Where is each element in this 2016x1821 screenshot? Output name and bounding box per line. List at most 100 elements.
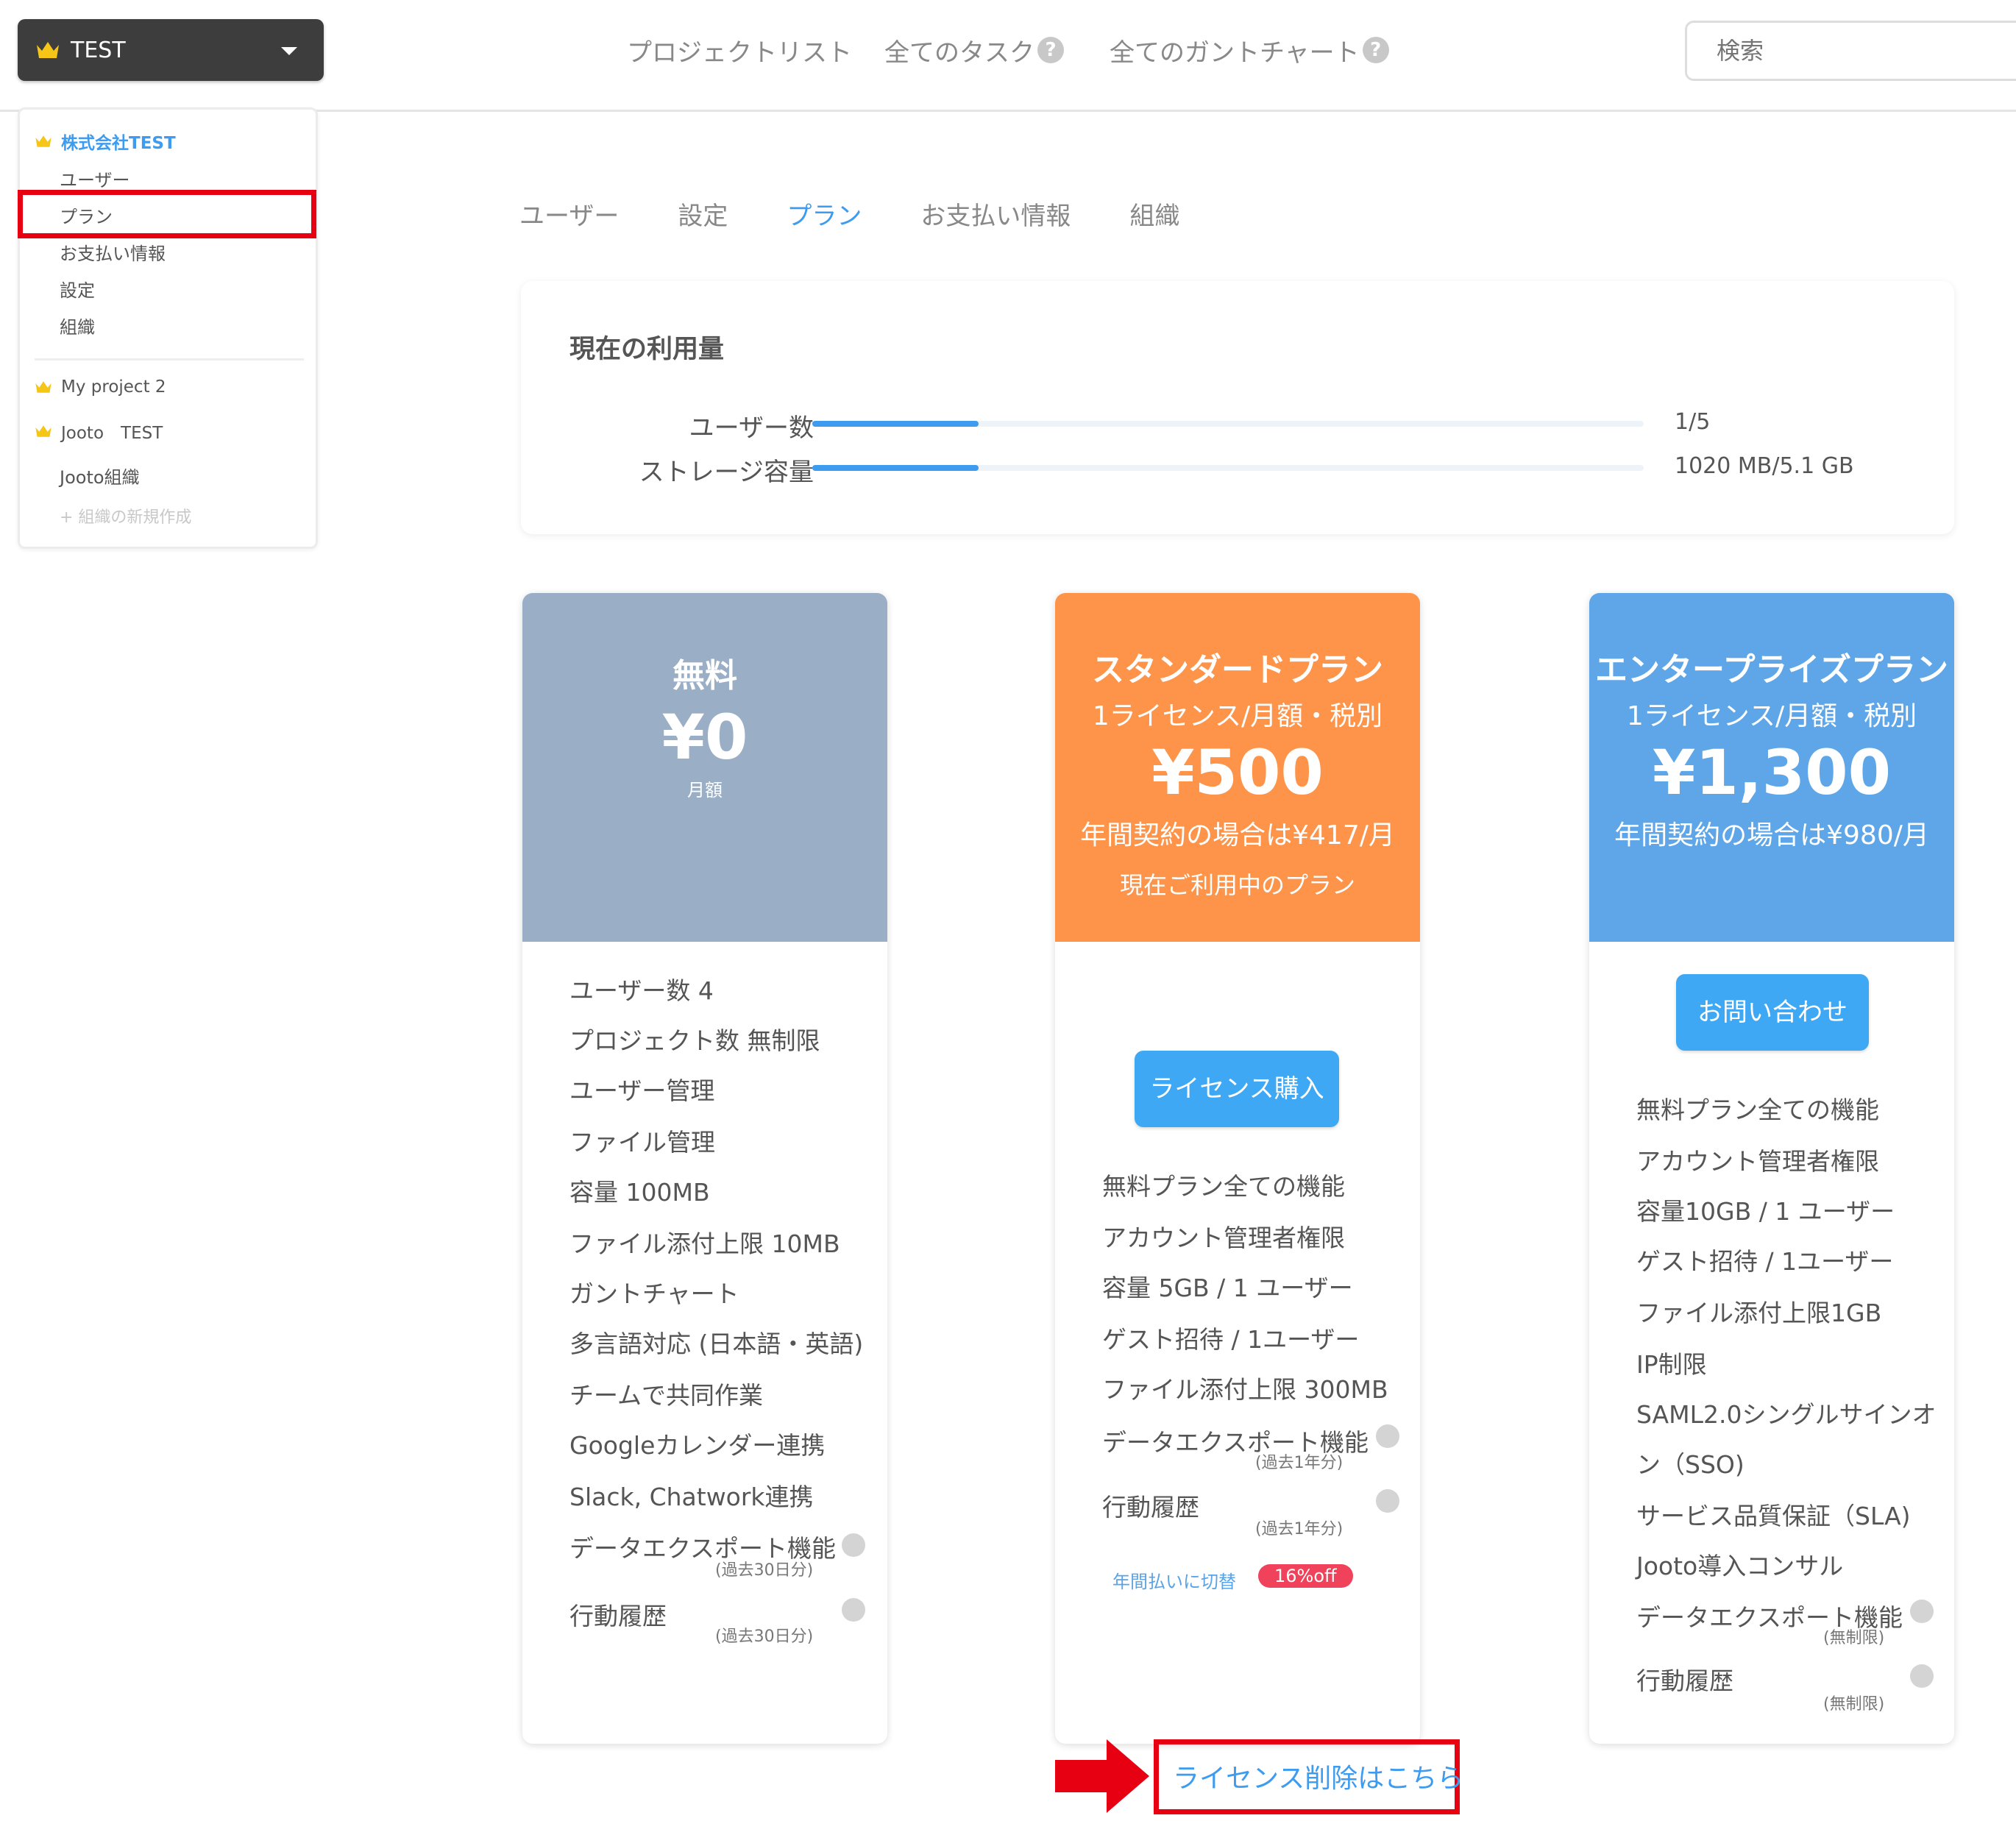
help-icon[interactable]: [842, 1533, 865, 1557]
plan-feature: アカウント管理者権限: [1636, 1147, 1879, 1176]
sidebar-new-org[interactable]: + 組織の新規作成: [60, 504, 191, 528]
sidebar-item-billing[interactable]: お支払い情報: [60, 239, 166, 265]
chevron-down-icon: [281, 47, 297, 55]
plan-card-enterprise: エンタープライズプラン 1ライセンス/月額・税別 ¥1,300 年間契約の場合は…: [1589, 593, 1954, 1744]
sidebar-item-settings[interactable]: 設定: [60, 276, 95, 302]
crown-icon: [35, 425, 52, 437]
nav-all-tasks-label: 全てのタスク: [884, 38, 1034, 68]
plan-feature: 多言語対応 (日本語・英語): [569, 1330, 864, 1358]
plan-feature: 行動履歴: [1102, 1493, 1199, 1522]
sidebar-divider: [35, 358, 304, 361]
plan-card-free: 無料 ¥0 月額 ユーザー数 4 プロジェクト数 無制限 ユーザー管理 ファイル…: [522, 593, 887, 1744]
help-icon[interactable]: [842, 1598, 865, 1622]
plan-feature: ガントチャート: [569, 1279, 739, 1308]
search-input[interactable]: [1685, 21, 2016, 81]
delete-license-link[interactable]: ライセンス削除はこちら: [1173, 1757, 1463, 1795]
usage-storage-bar: [812, 465, 1644, 471]
plan-feature: 無料プラン全ての機能: [1636, 1096, 1879, 1124]
help-icon[interactable]: [1376, 1489, 1399, 1513]
plan-feature: Jooto導入コンサル: [1636, 1552, 1844, 1580]
nav-all-tasks[interactable]: 全てのタスク ?: [884, 29, 1064, 71]
plan-feature: 行動履歴: [1636, 1666, 1733, 1695]
tab-plan[interactable]: プラン: [787, 196, 862, 232]
plan-feature: 行動履歴: [569, 1602, 667, 1630]
tab-settings[interactable]: 設定: [678, 196, 728, 232]
workspace-switcher[interactable]: TEST: [18, 19, 324, 81]
usage-title: 現在の利用量: [569, 335, 725, 364]
plan-header-standard: スタンダードプラン 1ライセンス/月額・税別 ¥500 年間契約の場合は¥417…: [1055, 593, 1420, 942]
help-icon[interactable]: [1910, 1664, 1934, 1688]
plan-title: 無料: [672, 657, 737, 695]
plan-feature-note: (過去30日分): [715, 1627, 814, 1646]
plan-price: ¥0: [661, 701, 748, 773]
settings-tabs: ユーザー 設定 プラン お支払い情報 組織: [519, 196, 1238, 232]
yearly-toggle-link[interactable]: 年間払いに切替: [1112, 1567, 1236, 1593]
red-arrow-icon: [1055, 1739, 1149, 1813]
sidebar-org-current[interactable]: 株式会社TEST: [35, 129, 176, 154]
nav-all-gantt[interactable]: 全てのガントチャート ?: [1110, 29, 1389, 71]
plan-feature: チームで共同作業: [569, 1381, 764, 1410]
sidebar-project-2[interactable]: Jooto TEST: [35, 419, 163, 444]
plan-yearly-price: 年間契約の場合は¥980/月: [1614, 820, 1929, 851]
sidebar: 株式会社TEST ユーザー プラン お支払い情報 設定 組織 My projec…: [18, 107, 318, 549]
plan-feature: アカウント管理者権限: [1102, 1224, 1345, 1252]
plan-feature: 無料プラン全ての機能: [1102, 1172, 1345, 1201]
sidebar-item-users[interactable]: ユーザー: [60, 166, 130, 191]
help-icon[interactable]: [1910, 1600, 1934, 1623]
usage-panel: 現在の利用量 ユーザー数 1/5 ストレージ容量 1020 MB/5.1 GB: [521, 281, 1954, 534]
plan-card-standard: スタンダードプラン 1ライセンス/月額・税別 ¥500 年間契約の場合は¥417…: [1055, 593, 1420, 1744]
nav-project-list-label: プロジェクトリスト: [627, 38, 852, 68]
plan-feature-note: (無制限): [1823, 1629, 1885, 1647]
plan-feature: Slack, Chatwork連携: [569, 1483, 814, 1511]
plan-feature-note: (過去1年分): [1255, 1454, 1344, 1472]
help-icon[interactable]: ?: [1037, 37, 1064, 63]
tab-users[interactable]: ユーザー: [519, 196, 619, 232]
sidebar-item-organization[interactable]: 組織: [60, 313, 95, 338]
sidebar-org-2[interactable]: Jooto組織: [60, 463, 140, 489]
plan-feature: ユーザー管理: [569, 1076, 715, 1105]
plan-feature: 容量10GB / 1 ユーザー: [1636, 1197, 1895, 1226]
plan-feature: ゲスト招待 / 1ユーザー: [1636, 1247, 1894, 1276]
plan-feature: 容量 100MB: [569, 1178, 710, 1207]
tab-billing[interactable]: お支払い情報: [920, 196, 1071, 232]
plan-period: 月額: [687, 780, 723, 801]
crown-icon: [35, 135, 52, 147]
crown-icon: [37, 42, 59, 58]
usage-storage-label: ストレージ容量: [639, 458, 814, 487]
nav-project-list[interactable]: プロジェクトリスト: [627, 29, 852, 71]
top-bar: TEST プロジェクトリスト 全てのタスク ? 全てのガントチャート ?: [0, 0, 2016, 112]
plan-title: エンタープライズプラン: [1594, 651, 1949, 689]
usage-storage-value: 1020 MB/5.1 GB: [1675, 453, 1854, 479]
plan-feature-note: (過去30日分): [715, 1561, 814, 1580]
nav-all-gantt-label: 全てのガントチャート: [1110, 38, 1360, 68]
highlight-box-plan: [18, 190, 316, 238]
plan-feature-note: (無制限): [1823, 1695, 1885, 1714]
usage-users-bar: [812, 421, 1644, 427]
plan-price: ¥1,300: [1652, 736, 1892, 809]
plan-feature: ファイル管理: [569, 1128, 715, 1157]
plan-feature-note: (過去1年分): [1255, 1520, 1344, 1538]
plan-feature: プロジェクト数 無制限: [569, 1026, 820, 1055]
sidebar-project-1[interactable]: My project 2: [35, 377, 166, 397]
discount-badge: 16%off: [1258, 1564, 1353, 1588]
sidebar-org-name: 株式会社TEST: [61, 134, 176, 153]
plan-title: スタンダードプラン: [1092, 651, 1383, 689]
tab-organization[interactable]: 組織: [1129, 196, 1179, 232]
plan-feature: ファイル添付上限 10MB: [569, 1229, 840, 1258]
usage-storage-bar-fill: [812, 465, 979, 471]
plan-feature: IP制限: [1636, 1350, 1707, 1379]
help-icon[interactable]: ?: [1362, 37, 1389, 63]
usage-users-value: 1/5: [1675, 409, 1711, 435]
help-icon[interactable]: [1376, 1424, 1399, 1448]
contact-us-button[interactable]: お問い合わせ: [1676, 974, 1869, 1051]
plan-feature: ファイル添付上限 300MB: [1102, 1375, 1388, 1404]
plan-feature: SAML2.0シングルサインオ: [1636, 1400, 1937, 1429]
sidebar-project-1-label: My project 2: [61, 377, 166, 397]
plan-feature: Googleカレンダー連携: [569, 1431, 826, 1460]
plan-feature: ン（SSO): [1636, 1450, 1745, 1479]
plan-feature: ファイル添付上限1GB: [1636, 1299, 1882, 1327]
plan-feature: 容量 5GB / 1 ユーザー: [1102, 1274, 1353, 1302]
plan-yearly-price: 年間契約の場合は¥417/月: [1080, 820, 1395, 851]
purchase-license-button[interactable]: ライセンス購入: [1135, 1051, 1339, 1127]
current-plan-label: 現在ご利用中のプラン: [1119, 871, 1355, 899]
